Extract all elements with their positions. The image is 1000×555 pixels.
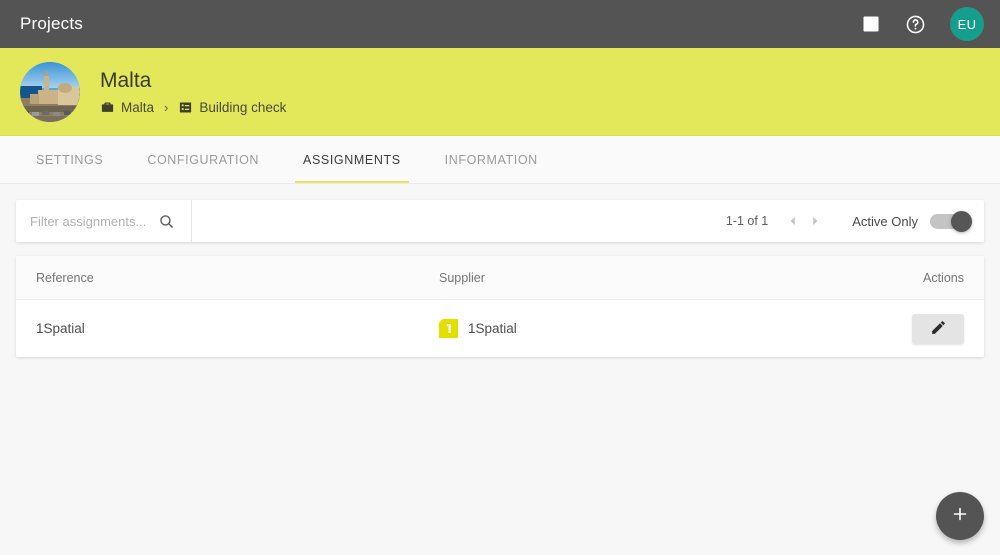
app-title: Projects bbox=[20, 14, 84, 33]
tab-information[interactable]: INFORMATION bbox=[423, 136, 560, 183]
toggle-knob bbox=[951, 210, 972, 232]
pagination-count: 1-1 of 1 bbox=[725, 214, 769, 228]
supplier-name: 1Spatial bbox=[468, 321, 517, 336]
assignments-panel: 1-1 of 1 Active Only Reference Supplier bbox=[0, 184, 1000, 373]
cell-actions bbox=[844, 313, 964, 344]
tab-configuration[interactable]: CONFIGURATION bbox=[125, 136, 281, 183]
add-assignment-fab[interactable] bbox=[936, 492, 984, 540]
column-header-supplier: Supplier bbox=[439, 270, 485, 285]
assignments-toolbar: 1-1 of 1 Active Only bbox=[16, 200, 984, 242]
bar-chart-icon[interactable] bbox=[858, 11, 884, 37]
breadcrumb-project-label: Malta bbox=[121, 100, 155, 115]
project-header: Malta Malta › Building check bbox=[0, 48, 1000, 136]
pagination: 1-1 of 1 bbox=[726, 210, 826, 232]
filter-assignments-input[interactable] bbox=[30, 213, 158, 229]
edit-assignment-button[interactable] bbox=[912, 313, 964, 344]
tab-assignments[interactable]: ASSIGNMENTS bbox=[281, 136, 423, 183]
project-thumbnail bbox=[20, 61, 80, 122]
list-alt-icon bbox=[178, 100, 193, 115]
breadcrumb-separator: › bbox=[164, 100, 169, 115]
tab-bar: SETTINGS CONFIGURATION ASSIGNMENTS INFOR… bbox=[0, 136, 1000, 184]
top-app-bar: Projects EU bbox=[0, 0, 1000, 48]
active-only-group: Active Only bbox=[852, 210, 972, 232]
project-meta: Malta Malta › Building check bbox=[100, 68, 286, 115]
cell-reference: 1Spatial bbox=[36, 321, 85, 336]
filter-group bbox=[16, 200, 192, 242]
1spatial-logo-icon bbox=[439, 319, 458, 338]
top-bar-actions: EU bbox=[858, 7, 984, 41]
table-row[interactable]: 1Spatial 1Spatial bbox=[16, 300, 984, 357]
table-header-row: Reference Supplier Actions bbox=[16, 256, 984, 300]
page-title: Malta bbox=[100, 69, 152, 92]
plus-icon bbox=[950, 504, 970, 529]
active-only-label: Active Only bbox=[852, 213, 918, 229]
column-header-actions: Actions bbox=[923, 270, 964, 285]
briefcase-icon bbox=[100, 100, 115, 115]
column-header-reference: Reference bbox=[36, 270, 94, 285]
chevron-right-icon[interactable] bbox=[804, 210, 826, 232]
tab-settings[interactable]: SETTINGS bbox=[14, 136, 125, 183]
cell-supplier: 1Spatial bbox=[439, 319, 844, 338]
breadcrumb-check-label: Building check bbox=[199, 100, 287, 115]
breadcrumb-item-check[interactable]: Building check bbox=[178, 100, 286, 115]
search-icon[interactable] bbox=[158, 213, 175, 230]
user-avatar[interactable]: EU bbox=[950, 7, 984, 41]
breadcrumb: Malta › Building check bbox=[100, 100, 286, 115]
help-icon[interactable] bbox=[902, 11, 928, 37]
active-only-toggle[interactable] bbox=[930, 210, 972, 232]
edit-pencil-icon bbox=[930, 319, 947, 339]
chevron-left-icon[interactable] bbox=[782, 210, 804, 232]
assignments-table: Reference Supplier Actions 1Spatial 1Spa… bbox=[16, 256, 984, 357]
breadcrumb-item-project[interactable]: Malta bbox=[100, 100, 154, 115]
